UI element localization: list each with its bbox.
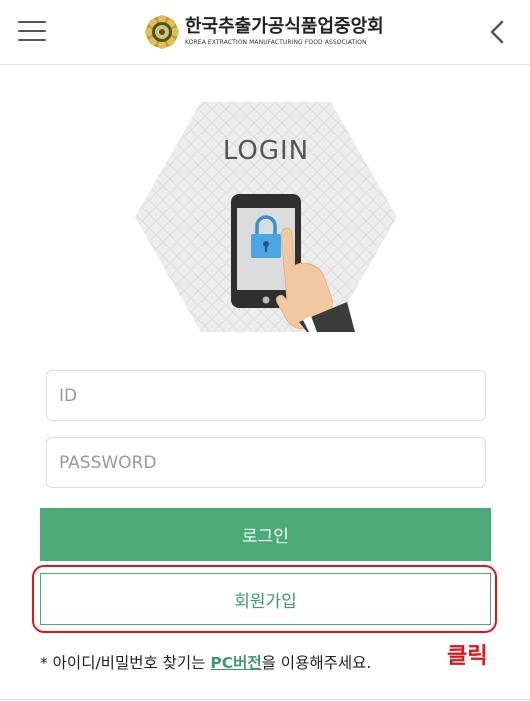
signup-button[interactable]: 회원가입 (40, 573, 491, 625)
login-button[interactable]: 로그인 (40, 508, 491, 561)
login-title: LOGIN (222, 136, 310, 166)
hamburger-menu-icon[interactable] (18, 20, 46, 42)
emblem-icon (145, 15, 179, 49)
bottom-divider (0, 699, 530, 700)
click-annotation: 클릭 (447, 644, 488, 669)
note-suffix: 을 이용해주세요. (261, 654, 372, 672)
chevron-left-icon[interactable] (484, 18, 510, 46)
note-prefix: * 아이디/비밀번호 찾기는 (40, 654, 211, 672)
find-account-note: * 아이디/비밀번호 찾기는 PC버전을 이용해주세요. (40, 651, 371, 673)
password-input[interactable] (46, 437, 486, 488)
login-illustration: LOGIN (135, 102, 397, 332)
phone-lock-touch-icon (231, 194, 355, 332)
association-logo[interactable]: 한국추출가공식품업중앙회 KOREA EXTRACTION MANUFACTUR… (145, 14, 384, 50)
app-header: 한국추출가공식품업중앙회 KOREA EXTRACTION MANUFACTUR… (0, 0, 530, 65)
org-name-en: KOREA EXTRACTION MANUFACTURING FOOD ASSO… (185, 39, 367, 46)
pc-version-link[interactable]: PC버전 (210, 654, 261, 672)
org-name: 한국추출가공식품업중앙회 (185, 16, 384, 37)
id-input[interactable] (46, 370, 486, 421)
